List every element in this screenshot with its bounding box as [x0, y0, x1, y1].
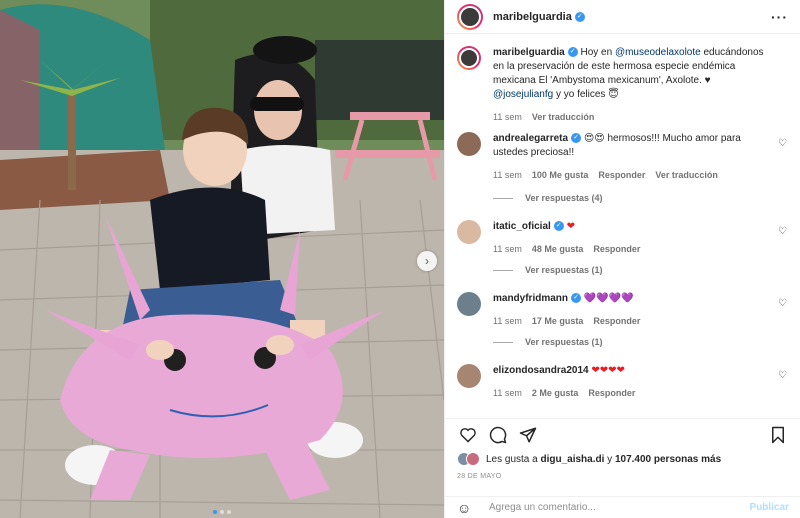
view-replies-label: Ver respuestas (1) — [525, 337, 603, 347]
share-icon[interactable] — [517, 424, 539, 446]
comment-meta: 11 sem 100 Me gusta Responder Ver traduc… — [493, 168, 773, 182]
avatar[interactable] — [457, 3, 483, 30]
emoji-icon[interactable]: ☺ — [457, 500, 475, 516]
liker-username[interactable]: digu_aisha.di — [540, 454, 604, 465]
view-replies-label: Ver respuestas (4) — [525, 193, 603, 203]
author-username-text[interactable]: maribelguardia — [493, 11, 572, 23]
post-side-panel: maribelguardia ✓ ··· maribelguardia ✓ Hoy … — [444, 0, 800, 518]
likes-summary: Les gusta a digu_aisha.di y 107.400 pers… — [457, 452, 721, 466]
photo-scene — [0, 0, 444, 518]
like-comment-heart-icon[interactable]: ♡ — [778, 138, 787, 149]
avatar[interactable] — [457, 220, 481, 244]
more-options-icon[interactable]: ··· — [771, 9, 788, 25]
timestamp[interactable]: 11 sem — [493, 386, 522, 400]
comment-text: ❤❤❤❤ — [591, 365, 625, 376]
reply-button[interactable]: Responder — [593, 242, 640, 256]
view-replies-button[interactable]: Ver respuestas (1) — [493, 265, 603, 275]
see-translation-button[interactable]: Ver traducción — [655, 168, 718, 182]
comment-text: ❤ — [566, 221, 575, 232]
caption-meta: 11 sem Ver traducción — [493, 110, 773, 124]
comment-likes[interactable]: 48 Me gusta — [532, 242, 584, 256]
post-date[interactable]: 28 DE MAYO — [457, 473, 502, 480]
carousel-dot — [213, 510, 217, 514]
comment-body: elizondosandra2014 ❤❤❤❤ 11 sem 2 Me gust… — [493, 364, 773, 400]
likes-text: Les gusta a digu_aisha.di y 107.400 pers… — [486, 454, 721, 465]
chevron-right-icon: › — [425, 254, 429, 268]
comments-list[interactable]: maribelguardia ✓ Hoy en @museodelaxolote … — [445, 34, 800, 418]
likes-middle: y — [604, 453, 615, 465]
caption: maribelguardia ✓ Hoy en @museodelaxolote … — [457, 46, 793, 124]
post-photo[interactable]: › — [0, 0, 444, 518]
caption-text-part: Hoy en — [580, 47, 615, 58]
like-comment-heart-icon[interactable]: ♡ — [778, 226, 787, 237]
avatar[interactable] — [457, 132, 481, 156]
avatar[interactable] — [457, 364, 481, 388]
timestamp[interactable]: 11 sem — [493, 168, 522, 182]
avatar[interactable] — [457, 292, 481, 316]
reply-button[interactable]: Responder — [598, 168, 645, 182]
timestamp[interactable]: 11 sem — [493, 110, 522, 124]
instagram-post: › maribelguardia ✓ ··· maribelguardia ✓ … — [0, 0, 800, 518]
replies-divider — [493, 269, 513, 271]
comment: elizondosandra2014 ❤❤❤❤ 11 sem 2 Me gust… — [457, 364, 793, 400]
verified-icon: ✓ — [574, 11, 585, 22]
comment-username[interactable]: mandyfridmann — [493, 293, 568, 304]
verified-icon: ✓ — [567, 47, 578, 58]
mention-link[interactable]: @josejulianfg — [493, 89, 553, 100]
bookmark-icon[interactable] — [767, 424, 789, 446]
likes-count[interactable]: 107.400 personas más — [615, 454, 721, 465]
action-bar — [445, 418, 800, 450]
verified-icon: ✓ — [571, 133, 582, 144]
avatar — [466, 452, 480, 466]
like-comment-heart-icon[interactable]: ♡ — [778, 298, 787, 309]
comment-body: andrealegarreta ✓ 😍😍 hermosos!!! Mucho am… — [493, 132, 773, 182]
verified-icon: ✓ — [553, 221, 564, 232]
replies-divider — [493, 341, 513, 343]
avatar[interactable] — [457, 46, 481, 70]
reply-button[interactable]: Responder — [588, 386, 635, 400]
caption-text: maribelguardia ✓ Hoy en @museodelaxolote … — [493, 46, 773, 102]
post-header: maribelguardia ✓ ··· — [445, 0, 800, 34]
caption-username[interactable]: maribelguardia — [493, 47, 565, 58]
verified-icon: ✓ — [571, 293, 582, 304]
view-replies-button[interactable]: Ver respuestas (1) — [493, 337, 603, 347]
carousel-dot — [227, 510, 231, 514]
see-translation-button[interactable]: Ver traducción — [532, 110, 595, 124]
caption-body: maribelguardia ✓ Hoy en @museodelaxolote … — [493, 46, 773, 124]
comment-body: itatic_oficial ✓ ❤ 11 sem 48 Me gusta Res… — [493, 220, 773, 256]
heart-icon[interactable] — [457, 424, 479, 446]
comment-username[interactable]: andrealegarreta — [493, 133, 568, 144]
comment: andrealegarreta ✓ 😍😍 hermosos!!! Mucho am… — [457, 132, 793, 182]
timestamp[interactable]: 11 sem — [493, 242, 522, 256]
view-replies-button[interactable]: Ver respuestas (4) — [493, 193, 603, 203]
comment-icon[interactable] — [487, 424, 509, 446]
reply-button[interactable]: Responder — [593, 314, 640, 328]
view-replies-label: Ver respuestas (1) — [525, 265, 603, 275]
comment-username[interactable]: itatic_oficial — [493, 221, 551, 232]
comment-likes[interactable]: 100 Me gusta — [532, 168, 589, 182]
caption-text-part: y yo felices 😇 — [553, 89, 619, 100]
comment-text: 💜💜💜💜 — [583, 293, 634, 304]
timestamp[interactable]: 11 sem — [493, 314, 522, 328]
next-photo-button[interactable]: › — [417, 251, 437, 271]
comment-input[interactable] — [489, 502, 719, 513]
likes-prefix: Les gusta a — [486, 453, 541, 465]
comment-meta: 11 sem 48 Me gusta Responder — [493, 242, 773, 256]
publish-button[interactable]: Publicar — [750, 502, 789, 513]
comment-meta: 11 sem 17 Me gusta Responder — [493, 314, 773, 328]
mention-link[interactable]: @museodelaxolote — [615, 47, 701, 58]
comment-likes[interactable]: 2 Me gusta — [532, 386, 579, 400]
carousel-dots — [0, 510, 444, 514]
comment-likes[interactable]: 17 Me gusta — [532, 314, 584, 328]
comment-username[interactable]: elizondosandra2014 — [493, 365, 589, 376]
like-comment-heart-icon[interactable]: ♡ — [778, 370, 787, 381]
replies-divider — [493, 197, 513, 199]
comment: itatic_oficial ✓ ❤ 11 sem 48 Me gusta Res… — [457, 220, 793, 256]
author-username[interactable]: maribelguardia ✓ — [493, 11, 585, 23]
comment-composer: ☺ Publicar — [445, 496, 800, 518]
comment-body: mandyfridmann ✓ 💜💜💜💜 11 sem 17 Me gusta R… — [493, 292, 773, 328]
carousel-dot — [220, 510, 224, 514]
comment-meta: 11 sem 2 Me gusta Responder — [493, 386, 773, 400]
comment: mandyfridmann ✓ 💜💜💜💜 11 sem 17 Me gusta R… — [457, 292, 793, 328]
